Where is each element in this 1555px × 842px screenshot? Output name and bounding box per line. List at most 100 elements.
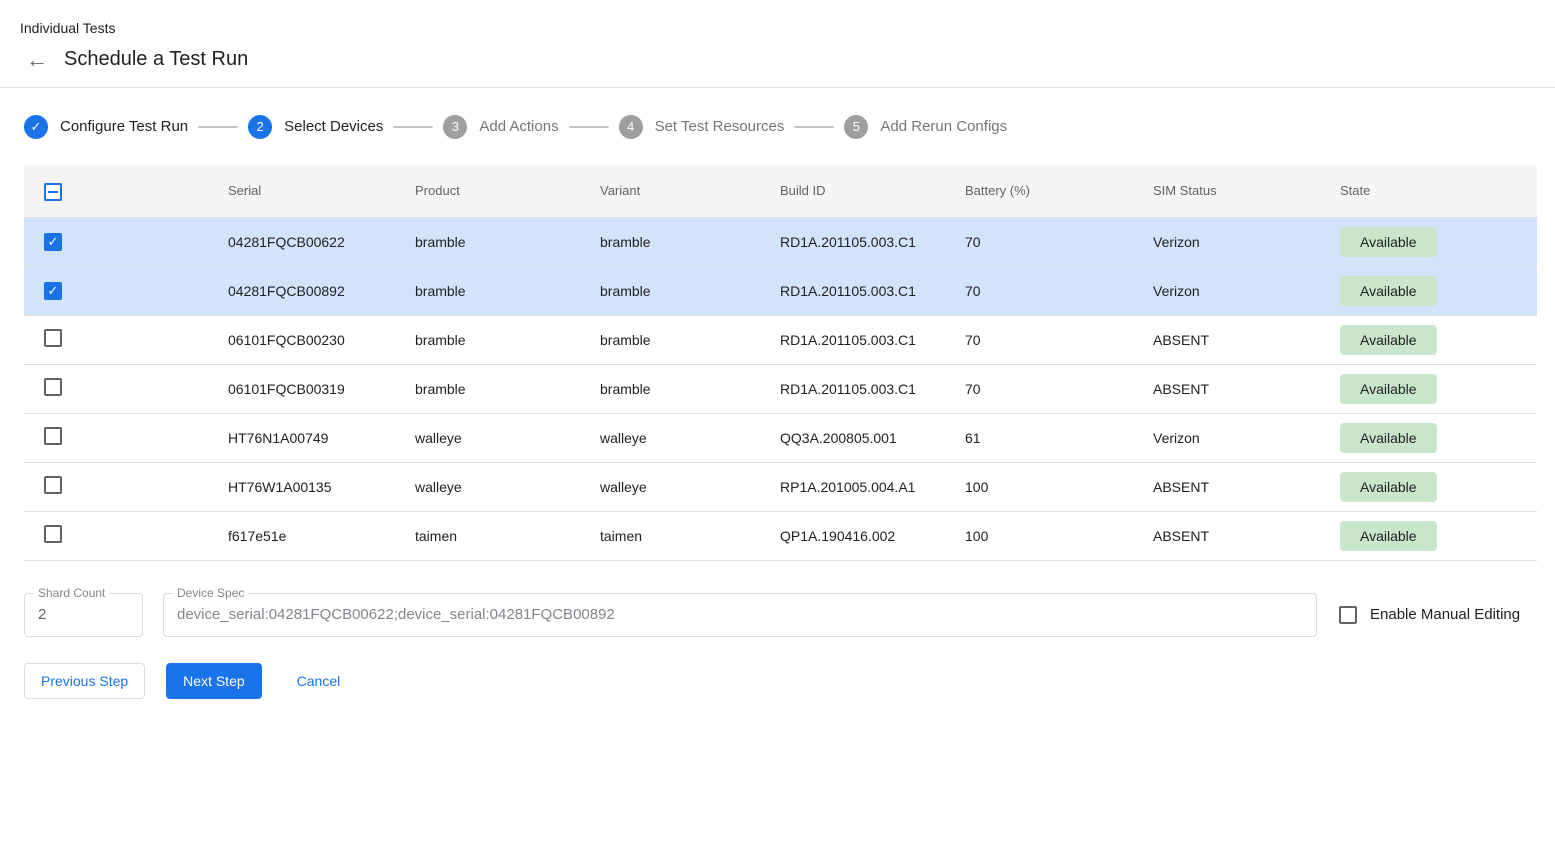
cell-sim-status: Verizon	[1153, 413, 1340, 462]
form-row: Shard Count 2 Device Spec device_serial:…	[24, 593, 1537, 637]
cell-product: bramble	[415, 266, 600, 315]
cell-serial: 06101FQCB00230	[228, 315, 415, 364]
cell-sim-status: ABSENT	[1153, 315, 1340, 364]
step-number: 2	[248, 115, 272, 139]
select-all-checkbox[interactable]	[44, 183, 62, 201]
cell-build-id: RD1A.201105.003.C1	[780, 217, 965, 266]
table-header-row: Serial Product Variant Build ID Battery …	[24, 165, 1537, 217]
cell-sim-status: ABSENT	[1153, 511, 1340, 560]
cell-product: bramble	[415, 315, 600, 364]
state-badge: Available	[1340, 521, 1437, 551]
enable-manual-editing-control[interactable]: Enable Manual Editing	[1339, 606, 1520, 624]
previous-step-button[interactable]: Previous Step	[24, 663, 145, 699]
stepper-step-3[interactable]: 3 Add Actions	[443, 115, 558, 139]
device-row[interactable]: 06101FQCB00230bramblebrambleRD1A.201105.…	[24, 315, 1537, 364]
stepper-step-5[interactable]: 5Add Rerun Configs	[844, 115, 1007, 139]
cell-sim-status: ABSENT	[1153, 462, 1340, 511]
cell-serial: HT76N1A00749	[228, 413, 415, 462]
column-header-state: State	[1340, 165, 1537, 217]
stepper-step-4[interactable]: 4 Set Test Resources	[619, 115, 785, 139]
device-table-body: ✓04281FQCB00622bramblebrambleRD1A.201105…	[24, 217, 1537, 560]
row-checkbox[interactable]: ✓	[44, 282, 62, 300]
shard-count-value: 2	[38, 606, 46, 623]
cell-variant: bramble	[600, 364, 780, 413]
column-header-variant: Variant	[600, 165, 780, 217]
cell-variant: taimen	[600, 511, 780, 560]
device-row[interactable]: 06101FQCB00319bramblebrambleRD1A.201105.…	[24, 364, 1537, 413]
button-row: Previous Step Next Step Cancel	[24, 663, 1537, 699]
cell-variant: bramble	[600, 315, 780, 364]
column-header-serial: Serial	[228, 165, 415, 217]
step-connector	[569, 126, 609, 128]
step-label: Set Test Resources	[655, 118, 785, 135]
step-connector	[393, 126, 433, 128]
device-spec-value: device_serial:04281FQCB00622;device_seri…	[177, 606, 615, 623]
back-arrow-icon[interactable]: ←	[26, 49, 48, 71]
stepper: ✓ Configure Test Run 2 Select Devices 3 Add A…	[24, 88, 1537, 165]
step-label: Select Devices	[284, 118, 383, 135]
shard-count-label: Shard Count	[34, 586, 109, 600]
row-checkbox[interactable]	[44, 378, 62, 396]
state-badge: Available	[1340, 472, 1437, 502]
cell-serial: HT76W1A00135	[228, 462, 415, 511]
column-header-build-id: Build ID	[780, 165, 965, 217]
cell-sim-status: Verizon	[1153, 217, 1340, 266]
cell-serial: 06101FQCB00319	[228, 364, 415, 413]
row-checkbox[interactable]	[44, 329, 62, 347]
enable-manual-editing-label: Enable Manual Editing	[1370, 606, 1520, 623]
device-row[interactable]: ✓04281FQCB00622bramblebrambleRD1A.201105…	[24, 217, 1537, 266]
cell-serial: 04281FQCB00622	[228, 217, 415, 266]
cell-sim-status: ABSENT	[1153, 364, 1340, 413]
cell-product: bramble	[415, 364, 600, 413]
main-content: ✓ Configure Test Run 2 Select Devices 3 Add A…	[0, 88, 1555, 699]
cell-battery: 70	[965, 364, 1153, 413]
next-step-button[interactable]: Next Step	[166, 663, 261, 699]
device-table: Serial Product Variant Build ID Battery …	[24, 165, 1537, 561]
step-connector	[794, 126, 834, 128]
cell-build-id: RD1A.201105.003.C1	[780, 364, 965, 413]
stepper-step-1[interactable]: ✓ Configure Test Run	[24, 115, 188, 139]
device-row[interactable]: f617e51etaimentaimenQP1A.190416.002100AB…	[24, 511, 1537, 560]
cell-product: walleye	[415, 413, 600, 462]
cell-build-id: RD1A.201105.003.C1	[780, 266, 965, 315]
cell-variant: bramble	[600, 266, 780, 315]
cell-product: bramble	[415, 217, 600, 266]
device-row[interactable]: ✓04281FQCB00892bramblebrambleRD1A.201105…	[24, 266, 1537, 315]
cell-battery: 70	[965, 217, 1153, 266]
row-checkbox[interactable]	[44, 525, 62, 543]
device-row[interactable]: HT76N1A00749walleyewalleyeQQ3A.200805.00…	[24, 413, 1537, 462]
breadcrumb: Individual Tests	[20, 20, 1531, 36]
row-checkbox[interactable]	[44, 427, 62, 445]
step-connector	[198, 126, 238, 128]
cell-serial: f617e51e	[228, 511, 415, 560]
step-number: 5	[844, 115, 868, 139]
step-label: Configure Test Run	[60, 118, 188, 135]
step-check-icon: ✓	[24, 115, 48, 139]
title-row: ← Schedule a Test Run	[26, 48, 1531, 71]
schedule-test-run-page: Individual Tests ← Schedule a Test Run ✓…	[0, 0, 1555, 842]
enable-manual-editing-checkbox[interactable]	[1339, 606, 1357, 624]
cell-battery: 61	[965, 413, 1153, 462]
device-spec-field[interactable]: Device Spec device_serial:04281FQCB00622…	[163, 593, 1317, 637]
column-header-battery: Battery (%)	[965, 165, 1153, 217]
row-checkbox[interactable]: ✓	[44, 233, 62, 251]
state-badge: Available	[1340, 325, 1437, 355]
page-header: Individual Tests ← Schedule a Test Run	[0, 0, 1555, 87]
device-row[interactable]: HT76W1A00135walleyewalleyeRP1A.201005.00…	[24, 462, 1537, 511]
stepper-step-2[interactable]: 2 Select Devices	[248, 115, 383, 139]
step-number: 3	[443, 115, 467, 139]
cell-build-id: QP1A.190416.002	[780, 511, 965, 560]
cell-build-id: RD1A.201105.003.C1	[780, 315, 965, 364]
step-number: 4	[619, 115, 643, 139]
cell-variant: walleye	[600, 462, 780, 511]
state-badge: Available	[1340, 374, 1437, 404]
cancel-button[interactable]: Cancel	[281, 663, 357, 699]
column-header-sim-status: SIM Status	[1153, 165, 1340, 217]
row-checkbox[interactable]	[44, 476, 62, 494]
state-badge: Available	[1340, 227, 1437, 257]
cell-battery: 70	[965, 315, 1153, 364]
cell-variant: walleye	[600, 413, 780, 462]
cell-product: walleye	[415, 462, 600, 511]
step-label: Add Actions	[479, 118, 558, 135]
shard-count-field[interactable]: Shard Count 2	[24, 593, 143, 637]
